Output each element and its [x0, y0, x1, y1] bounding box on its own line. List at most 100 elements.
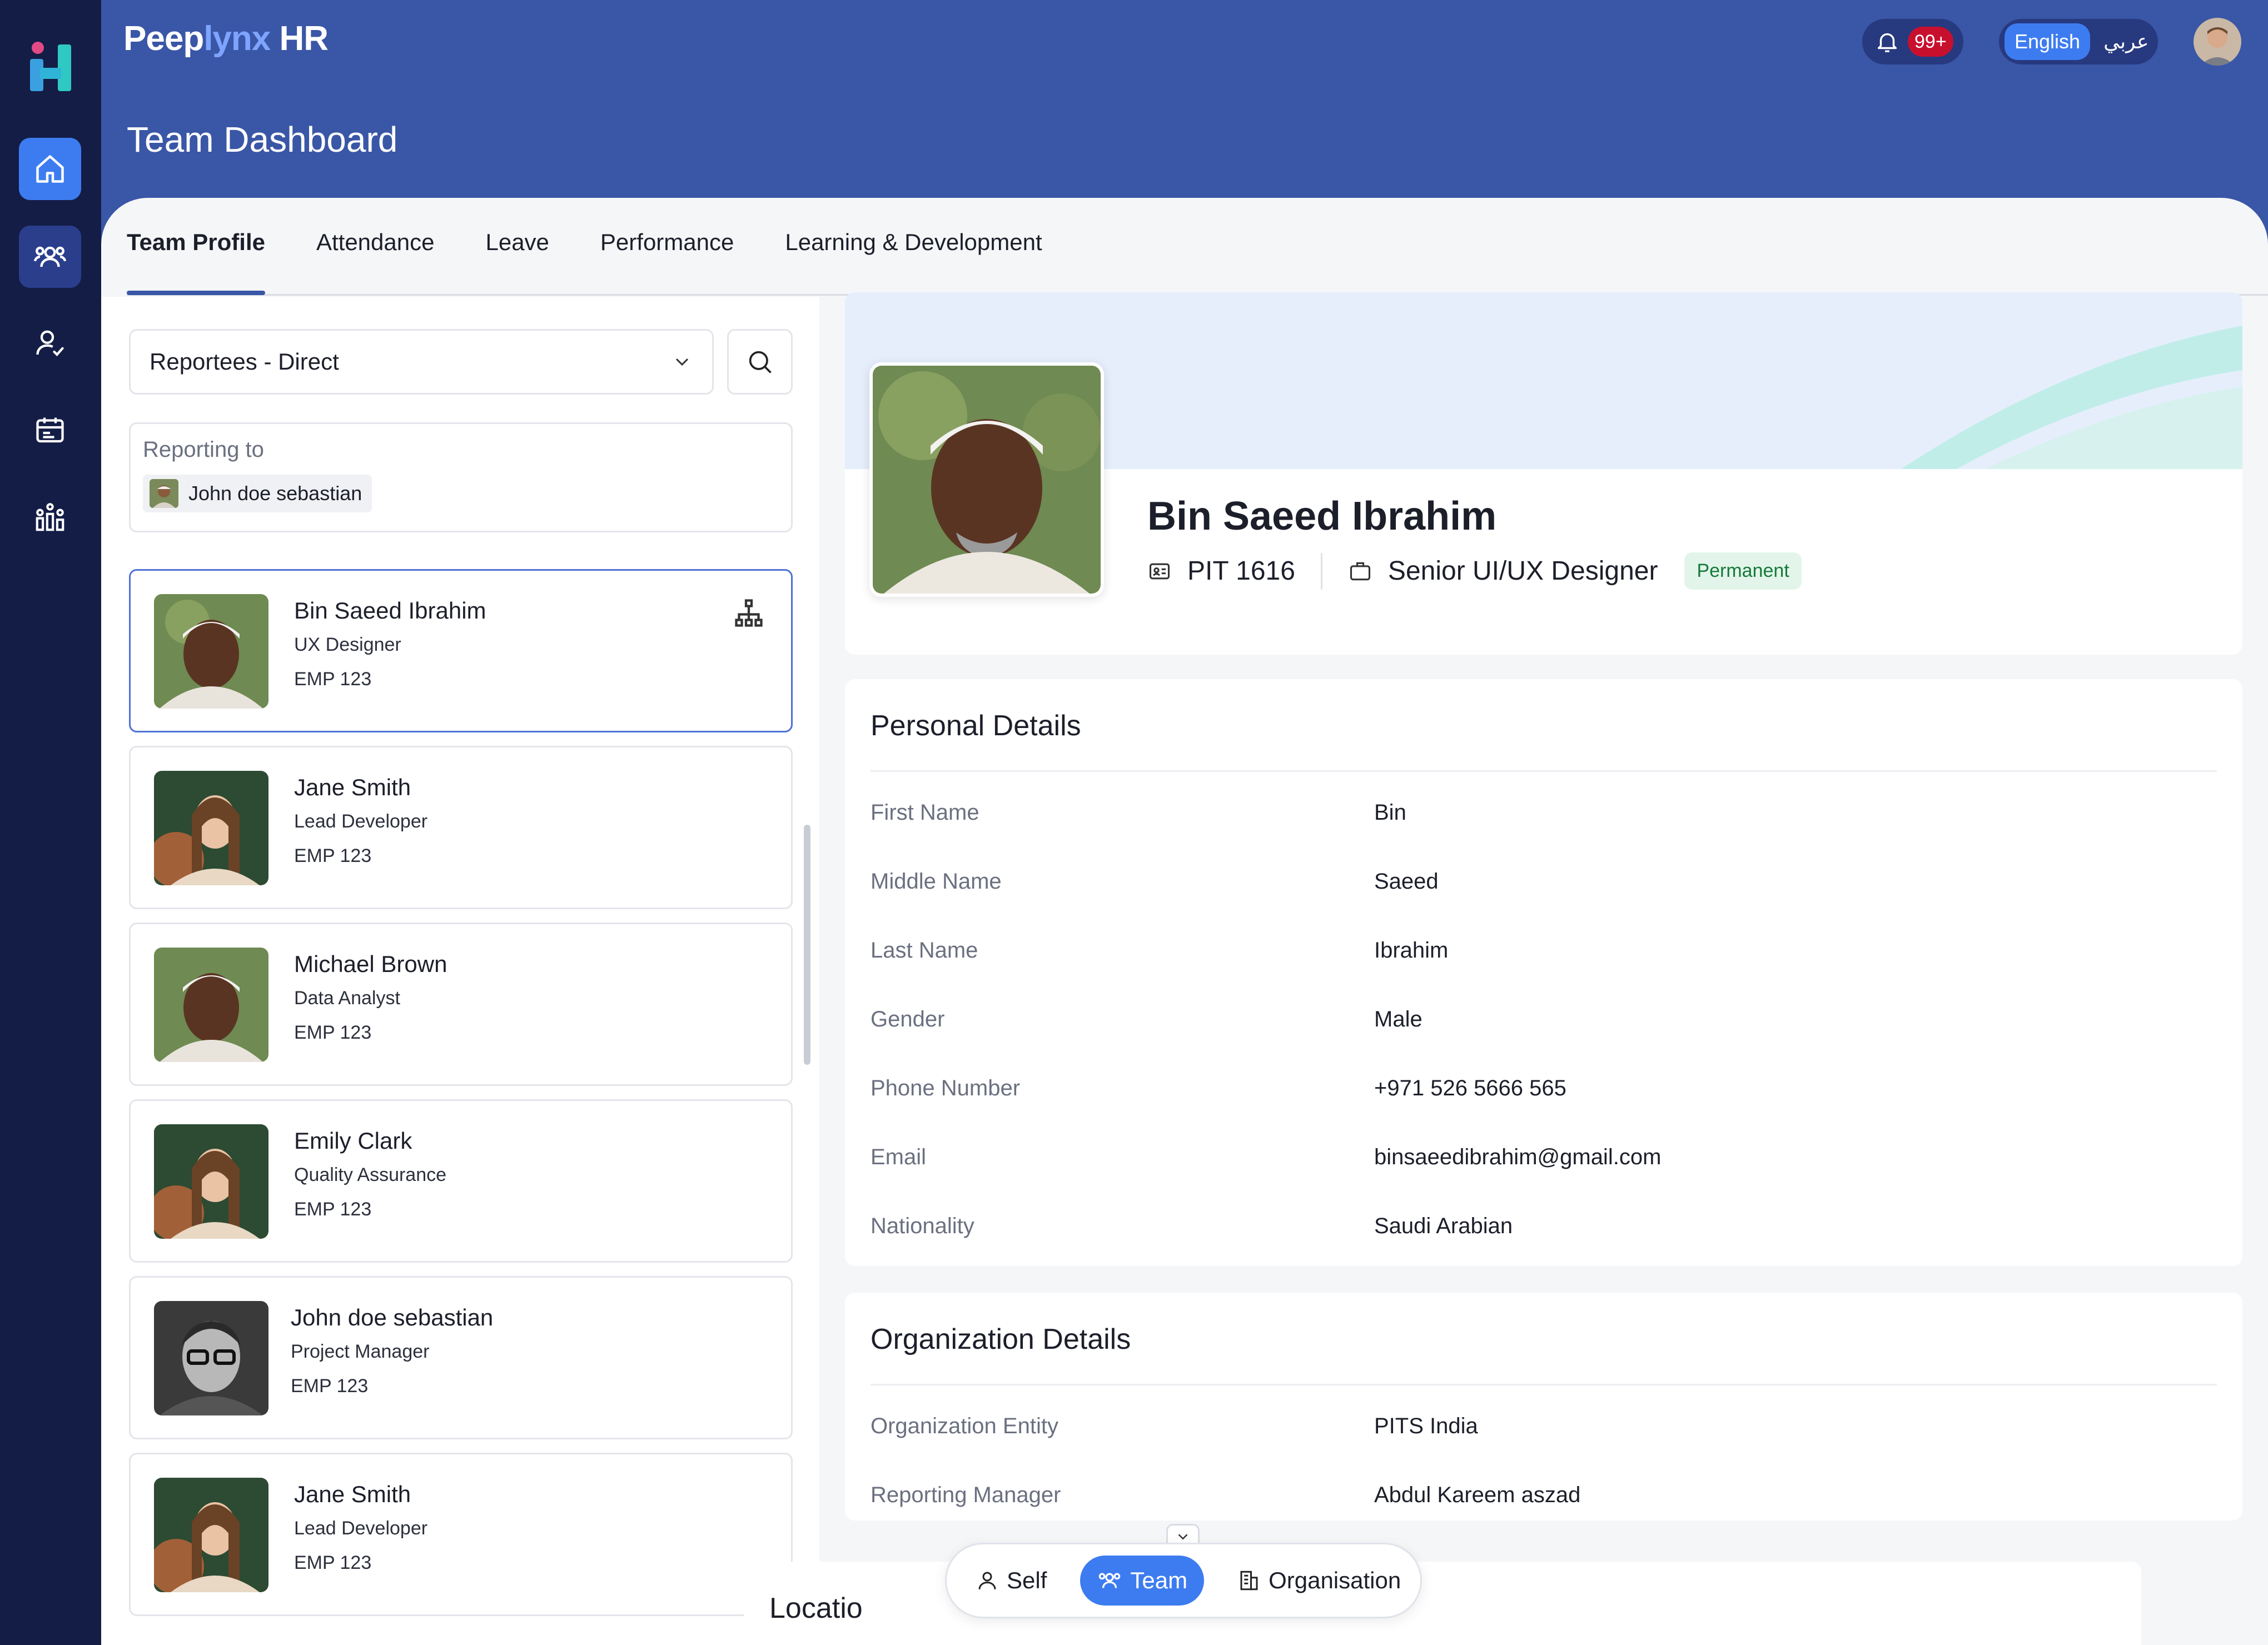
- notifications-button[interactable]: 99+: [1862, 19, 1963, 64]
- detail-value: PITS India: [1374, 1414, 1478, 1438]
- profile-header-card: Bin Saeed Ibrahim PIT 1616 Senior UI/UX …: [845, 292, 2242, 655]
- detail-row-reporting-manager: Reporting Manager Abdul Kareem aszad: [871, 1483, 2217, 1516]
- employee-card[interactable]: Jane Smith Lead Developer EMP 123: [129, 746, 793, 909]
- sidebar-item-home[interactable]: [19, 138, 81, 200]
- employee-id: EMP 123: [294, 669, 372, 690]
- employee-role: Lead Developer: [294, 811, 428, 832]
- employee-card[interactable]: Emily Clark Quality Assurance EMP 123: [129, 1099, 793, 1263]
- personal-details-card: Personal Details First Name Bin Middle Na…: [845, 679, 2242, 1266]
- switch-organisation-label: Organisation: [1269, 1567, 1401, 1593]
- detail-label: Email: [871, 1145, 927, 1169]
- tab-leave[interactable]: Leave: [485, 225, 549, 293]
- section-divider: [871, 770, 2217, 772]
- employee-id: EMP 123: [294, 845, 372, 866]
- meta-divider: [1320, 552, 1322, 590]
- sidebar-item-calendar[interactable]: [19, 399, 81, 461]
- reporting-manager-chip[interactable]: John doe sebastian: [143, 475, 372, 512]
- employee-list-scrollbar[interactable]: [804, 825, 810, 1065]
- detail-value: Male: [1374, 1007, 1423, 1031]
- detail-label: Last Name: [871, 938, 978, 963]
- employee-card[interactable]: Michael Brown Data Analyst EMP 123: [129, 923, 793, 1086]
- notification-count-badge: 99+: [1908, 27, 1953, 57]
- view-switcher: Self Team Organisation: [945, 1543, 1422, 1618]
- brand-logo-text: Peeplynx HR: [123, 19, 329, 58]
- detail-value: Abdul Kareem aszad: [1374, 1483, 1581, 1507]
- reporting-to-label: Reporting to: [143, 437, 264, 462]
- employee-photo: [154, 948, 268, 1062]
- employee-photo: [154, 1124, 268, 1239]
- detail-label: First Name: [871, 800, 979, 825]
- detail-label: Nationality: [871, 1214, 974, 1238]
- tab-performance[interactable]: Performance: [600, 225, 734, 293]
- team-icon: [33, 246, 67, 267]
- detail-label: Reporting Manager: [871, 1483, 1061, 1507]
- detail-row-org-entity: Organization Entity PITS India: [871, 1414, 2217, 1447]
- sidebar-item-team[interactable]: [19, 226, 81, 288]
- tab-team-profile[interactable]: Team Profile: [127, 225, 265, 295]
- employee-name: Emily Clark: [294, 1128, 412, 1154]
- detail-value: Ibrahim: [1374, 938, 1449, 963]
- detail-row-first-name: First Name Bin: [871, 800, 2217, 834]
- calendar-icon: [36, 417, 64, 443]
- sidebar-item-organisation[interactable]: [19, 486, 81, 548]
- bell-icon: [1877, 33, 1897, 52]
- employee-card[interactable]: John doe sebastian Project Manager EMP 1…: [129, 1276, 793, 1439]
- detail-row-last-name: Last Name Ibrahim: [871, 938, 2217, 971]
- language-toggle[interactable]: English عربي: [1999, 19, 2158, 64]
- briefcase-icon: [1350, 562, 1370, 580]
- switch-self[interactable]: Self: [959, 1556, 1063, 1606]
- profile-name: Bin Saeed Ibrahim: [1147, 494, 1497, 539]
- switch-organisation[interactable]: Organisation: [1221, 1556, 1418, 1606]
- org-hierarchy-button[interactable]: [732, 596, 765, 630]
- profile-designation: Senior UI/UX Designer: [1387, 556, 1658, 586]
- employee-photo: [154, 1478, 268, 1592]
- search-icon: [749, 351, 772, 373]
- manager-avatar: [150, 479, 178, 508]
- tab-bar: Team Profile Attendance Leave Performanc…: [127, 225, 2268, 296]
- team-icon: [1099, 1573, 1121, 1588]
- reportees-filter-select[interactable]: Reportees - Direct: [129, 329, 714, 395]
- home-icon: [36, 155, 64, 183]
- brand-prefix: Peep: [123, 19, 204, 58]
- employee-name: Michael Brown: [294, 951, 447, 977]
- employment-status-badge: Permanent: [1684, 552, 1802, 590]
- detail-row-gender: Gender Male: [871, 1007, 2217, 1040]
- employee-photo: [154, 771, 268, 885]
- sidebar-item-self-service[interactable]: [19, 312, 81, 375]
- employee-photo: [154, 1301, 268, 1415]
- detail-row-middle-name: Middle Name Saeed: [871, 869, 2217, 903]
- employee-role: Lead Developer: [294, 1518, 428, 1539]
- employee-card[interactable]: Bin Saeed Ibrahim UX Designer EMP 123: [129, 569, 793, 732]
- employee-name: Jane Smith: [294, 1481, 411, 1507]
- detail-value: Saeed: [1374, 869, 1439, 894]
- detail-row-nationality: Nationality Saudi Arabian: [871, 1214, 2217, 1247]
- detail-value: binsaeedibrahim@gmail.com: [1374, 1145, 1662, 1169]
- employee-list: Bin Saeed Ibrahim UX Designer EMP 123 Ja…: [129, 569, 793, 1629]
- employee-card[interactable]: Jane Smith Lead Developer EMP 123: [129, 1453, 793, 1616]
- detail-value: +971 526 5666 565: [1374, 1076, 1566, 1100]
- employee-role: Quality Assurance: [294, 1164, 447, 1185]
- app-logo-icon: [27, 40, 74, 93]
- switch-team[interactable]: Team: [1080, 1556, 1205, 1606]
- organization-details-card: Organization Details Organization Entity…: [845, 1293, 2242, 1521]
- employee-name: Bin Saeed Ibrahim: [294, 597, 486, 624]
- tab-attendance[interactable]: Attendance: [316, 225, 435, 293]
- user-avatar[interactable]: [2194, 18, 2241, 66]
- employee-name: John doe sebastian: [291, 1304, 494, 1330]
- hierarchy-icon: [735, 599, 763, 627]
- brand-suffix: HR: [270, 19, 329, 58]
- language-english-option[interactable]: English: [2005, 23, 2091, 60]
- section-divider: [871, 1384, 2217, 1385]
- reporting-to-box: Reporting to John doe sebastian: [129, 422, 793, 532]
- sidebar: [0, 0, 101, 1645]
- org-chart-icon: [36, 503, 64, 531]
- main-content: Team Profile Attendance Leave Performanc…: [101, 198, 2268, 1645]
- detail-value: Saudi Arabian: [1374, 1214, 1513, 1238]
- language-arabic-option[interactable]: عربي: [2103, 30, 2148, 53]
- detail-value: Bin: [1374, 800, 1406, 825]
- employee-role: UX Designer: [294, 634, 401, 655]
- team-list-panel: Reportees - Direct Reporting to John doe…: [101, 297, 819, 1645]
- tab-learning-development[interactable]: Learning & Development: [785, 225, 1042, 293]
- profile-meta: PIT 1616 Senior UI/UX Designer Permanent: [1147, 552, 1802, 590]
- search-button[interactable]: [727, 329, 793, 395]
